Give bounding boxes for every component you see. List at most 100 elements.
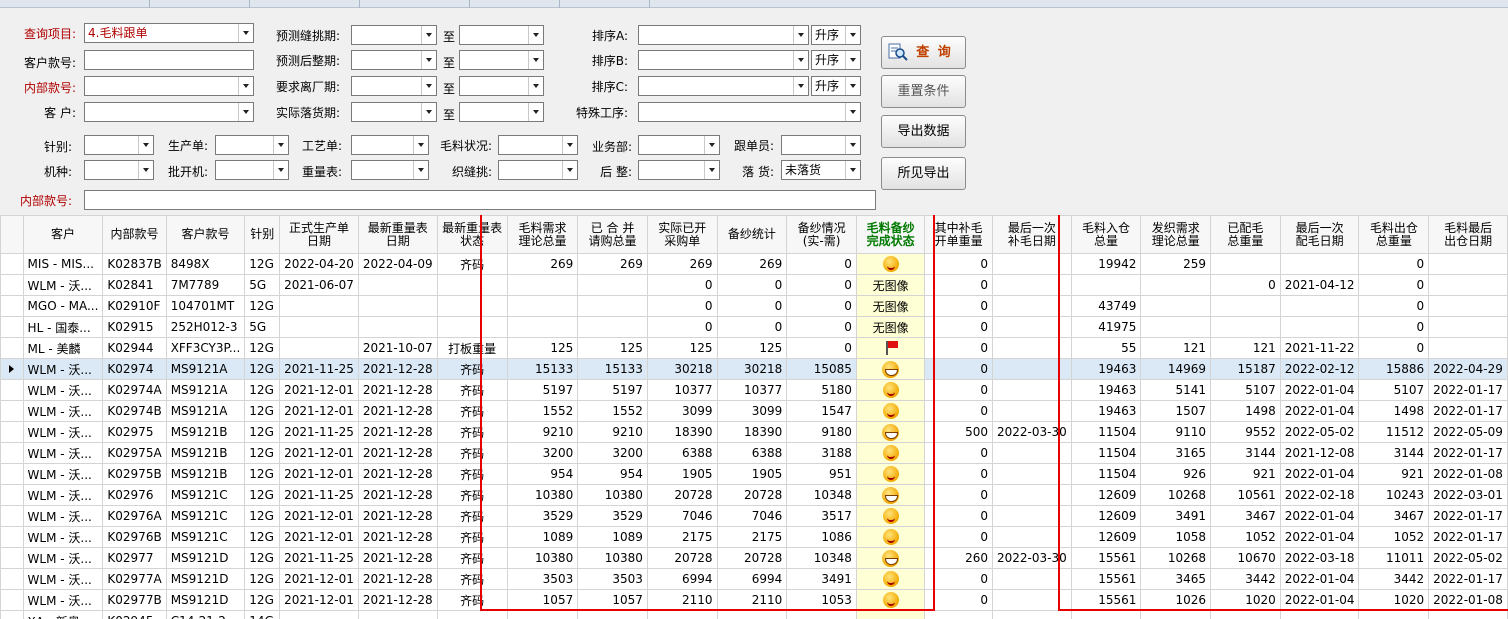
chevron-down-icon[interactable] [793,77,808,95]
table-cell[interactable]: 0 [716,274,788,296]
completion-status-cell[interactable] [855,610,926,619]
column-header[interactable]: 发织需求 理论总量 [1140,215,1212,254]
table-cell[interactable]: 2022-01-08 [1428,589,1508,611]
table-cell[interactable]: K02974B [102,400,167,422]
table-cell[interactable] [991,610,1072,619]
table-cell[interactable]: 9210 [577,421,648,443]
table-cell[interactable]: 齐码 [436,568,508,590]
table-cell[interactable] [991,463,1072,485]
table-cell[interactable]: 15561 [1070,547,1142,569]
table-cell[interactable]: 125 [646,337,718,359]
weight-table-select[interactable] [351,160,429,180]
table-cell[interactable]: 12G [244,568,281,590]
table-cell[interactable]: 15561 [1070,589,1142,611]
table-cell[interactable]: 12G [244,547,281,569]
table-row[interactable]: WLM - 沃... K02975B MS9121B 12G 2021-12-01 202… [0,463,1508,485]
row-indicator[interactable] [0,316,24,338]
column-header[interactable]: 客户 [22,215,104,254]
chevron-down-icon[interactable] [238,24,253,42]
table-cell[interactable]: 10377 [646,379,718,401]
row-indicator[interactable] [0,421,24,443]
completion-status-cell[interactable] [855,547,926,569]
table-cell[interactable]: 1053 [786,589,857,611]
table-cell[interactable]: 3442 [1210,568,1281,590]
table-cell[interactable] [436,295,508,317]
table-cell[interactable] [1210,316,1281,338]
table-cell[interactable]: 7046 [646,505,718,527]
table-cell[interactable]: 2022-03-30 [991,421,1072,443]
table-row[interactable]: HL - 国泰... K02915 252H012-3 5G 0 0 0 无图像 0 41975 0 [0,316,1508,338]
table-cell[interactable]: 19463 [1070,358,1142,380]
table-row[interactable]: WLM - 沃... K02975 MS9121B 12G 2021-11-25 2021… [0,421,1508,443]
table-row[interactable]: XA - 新奥K02945C14-21-214G [0,610,1508,619]
column-header[interactable]: 最后一次 配毛日期 [1279,215,1360,254]
table-cell[interactable]: 2022-01-17 [1428,505,1508,527]
table-row[interactable]: WLM - 沃... K02975A MS9121B 12G 2021-12-01 202… [0,442,1508,464]
table-cell[interactable]: 6388 [646,442,718,464]
table-cell[interactable]: 齐码 [436,421,508,443]
table-cell[interactable] [436,316,508,338]
table-cell[interactable]: 12G [244,589,281,611]
table-cell[interactable]: 2021-12-28 [357,463,438,485]
table-cell[interactable]: 55 [1070,337,1142,359]
table-cell[interactable]: 15133 [506,358,579,380]
completion-status-cell[interactable] [855,589,926,611]
table-cell[interactable]: MIS - MIS... [22,253,104,275]
table-cell[interactable]: K02976B [102,526,167,548]
table-cell[interactable]: 9110 [1140,421,1212,443]
chevron-down-icon[interactable] [238,77,253,95]
table-cell[interactable]: 12G [244,484,281,506]
table-row[interactable]: ML - 美麟 K02944 XFF3CY3P... 12G 2021-10-07 打板重… [0,337,1508,359]
chevron-down-icon[interactable] [421,77,436,95]
chevron-down-icon[interactable] [845,51,860,69]
table-cell[interactable]: 2021-12-28 [357,505,438,527]
table-cell[interactable] [991,505,1072,527]
export-button[interactable]: 导出数据 [881,115,966,148]
table-cell[interactable]: 3503 [577,568,648,590]
actual-ship-date-to[interactable] [459,102,544,122]
table-cell[interactable]: 5107 [1358,379,1430,401]
table-cell[interactable]: 41975 [1070,316,1142,338]
table-cell[interactable]: 1905 [716,463,788,485]
table-cell[interactable]: 15561 [1070,568,1142,590]
column-header[interactable]: 针别 [244,215,281,254]
chevron-down-icon[interactable] [704,161,719,179]
table-cell[interactable]: 齐码 [436,379,508,401]
table-cell[interactable]: 3517 [786,505,857,527]
table-cell[interactable]: 齐码 [436,526,508,548]
table-cell[interactable]: 1498 [1358,400,1430,422]
table-cell[interactable]: 20728 [716,484,788,506]
table-cell[interactable]: 0 [786,337,857,359]
table-cell[interactable] [1428,337,1508,359]
table-cell[interactable]: 2022-01-17 [1428,379,1508,401]
table-cell[interactable]: 1498 [1210,400,1281,422]
table-row[interactable]: WLM - 沃... K02974 MS9121A 12G 2021-11-25 2021… [0,358,1508,380]
chevron-down-icon[interactable] [273,136,288,154]
table-cell[interactable] [646,610,718,619]
table-cell[interactable]: MS9121C [165,526,246,548]
chevron-down-icon[interactable] [138,161,153,179]
completion-status-cell[interactable] [855,400,926,422]
table-cell[interactable]: 20728 [646,484,718,506]
table-cell[interactable]: 954 [506,463,579,485]
chevron-down-icon[interactable] [238,103,253,121]
table-cell[interactable]: 43749 [1070,295,1142,317]
table-cell[interactable]: 3442 [1358,568,1430,590]
chevron-down-icon[interactable] [528,51,543,69]
table-cell[interactable]: 1552 [577,400,648,422]
table-cell[interactable]: 12G [244,421,281,443]
table-cell[interactable] [357,316,438,338]
sort-b-order[interactable]: 升序 [811,50,861,70]
table-cell[interactable]: 10380 [577,484,648,506]
row-indicator[interactable] [0,610,24,619]
table-cell[interactable] [577,316,648,338]
table-cell[interactable]: 2022-01-17 [1428,526,1508,548]
table-cell[interactable]: 0 [1358,337,1430,359]
table-cell[interactable]: 2022-01-17 [1428,442,1508,464]
table-cell[interactable]: 10380 [577,547,648,569]
pred-finish-date-from[interactable] [351,50,437,70]
table-cell[interactable]: 1089 [506,526,579,548]
column-header[interactable]: 最新重量表 状态 [436,215,508,254]
table-cell[interactable]: 10348 [786,484,857,506]
table-cell[interactable]: 2022-04-09 [357,253,438,275]
